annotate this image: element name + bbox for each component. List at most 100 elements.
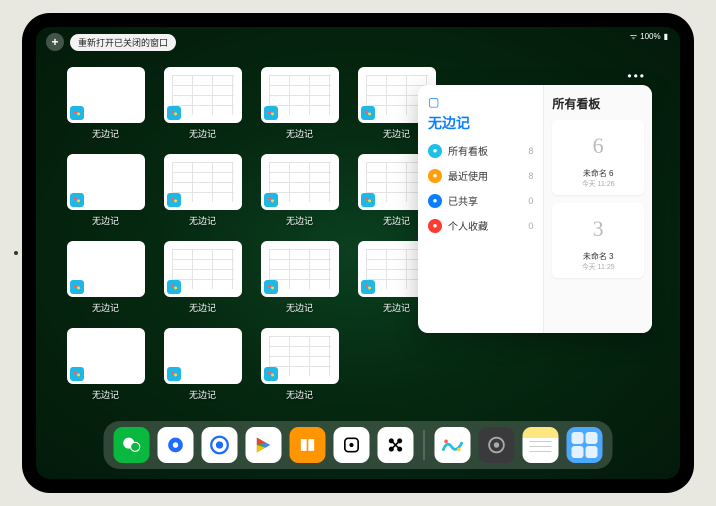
freeform-app-icon [361,280,375,294]
freeform-app-icon [70,367,84,381]
thumbnail-preview [67,67,145,123]
thumbnail-label: 无边记 [383,214,410,227]
sidebar-item-count: 8 [528,146,533,156]
screen: ᯤ 100% ▮ + 重新打开已关闭的窗口 无边记无边记无边记无边记无边记无边记… [36,27,680,479]
thumbnail-preview [67,328,145,384]
board-time: 今天 11:25 [582,262,615,272]
board-name: 未命名 3 [583,251,614,262]
board-card[interactable]: 3 未命名 3今天 11:25 [552,203,644,278]
sidebar-item[interactable]: ●最近使用8 [428,168,533,183]
dock-app-dice[interactable] [334,427,370,463]
window-thumbnail[interactable]: 无边记 [66,241,145,314]
board-thumbnail: 6 [570,126,626,166]
window-thumbnail[interactable]: 无边记 [260,154,339,227]
freeform-app-icon [167,193,181,207]
more-icon[interactable]: ••• [627,69,646,83]
thumbnail-label: 无边记 [286,127,313,140]
sidebar-item-count: 0 [528,196,533,206]
window-thumbnail[interactable]: 无边记 [66,154,145,227]
window-thumbnail[interactable]: 无边记 [163,241,242,314]
popover-sidebar: ▢ 无边记 ●所有看板8●最近使用8●已共享0●个人收藏0 [418,85,544,333]
window-thumbnail[interactable]: 无边记 [163,154,242,227]
thumbnail-preview [67,154,145,210]
freeform-app-icon [70,193,84,207]
freeform-app-icon [167,106,181,120]
dock-app-wechat[interactable] [114,427,150,463]
thumbnail-preview [261,154,339,210]
home-indicator [14,251,18,255]
thumbnail-label: 无边记 [92,127,119,140]
popover-content: 所有看板 6 未命名 6今天 11:26 3 未命名 3今天 11:25 [544,85,652,333]
dock-app-folder[interactable] [567,427,603,463]
window-thumbnail[interactable]: 无边记 [163,328,242,401]
thumbnail-label: 无边记 [383,127,410,140]
dock-app-books[interactable] [290,427,326,463]
thumbnail-label: 无边记 [189,127,216,140]
sidebar-item-icon: ● [428,144,442,158]
thumbnail-label: 无边记 [286,301,313,314]
thumbnail-preview [164,67,242,123]
status-bar: ᯤ 100% ▮ [630,31,668,42]
sidebar-item[interactable]: ●个人收藏0 [428,218,533,233]
thumbnail-preview [164,328,242,384]
sidebar-item-label: 已共享 [448,193,478,208]
freeform-app-icon [167,280,181,294]
popover-title: 无边记 [428,113,533,133]
dock-app-play[interactable] [246,427,282,463]
thumbnail-label: 无边记 [383,301,410,314]
sidebar-item-label: 所有看板 [448,143,488,158]
sidebar-list: ●所有看板8●最近使用8●已共享0●个人收藏0 [428,143,533,233]
sidebar-item-icon: ● [428,194,442,208]
sidebar-item-label: 个人收藏 [448,218,488,233]
thumbnail-label: 无边记 [189,214,216,227]
thumbnail-label: 无边记 [189,388,216,401]
new-window-button[interactable]: + [46,33,64,51]
content-title: 所有看板 [552,95,644,112]
sidebar-item[interactable]: ● 已共享 0 [428,193,533,208]
board-card[interactable]: 6 未命名 6今天 11:26 [552,120,644,195]
thumbnail-label: 无边记 [286,214,313,227]
window-thumbnail[interactable]: 无边记 [163,67,242,140]
dock-separator [424,430,425,460]
board-time: 今天 11:26 [582,179,615,189]
sidebar-item-icon: ● [428,169,442,183]
top-controls: + 重新打开已关闭的窗口 [46,33,176,51]
thumbnail-preview [164,241,242,297]
thumbnail-label: 无边记 [286,388,313,401]
window-thumbnail[interactable]: 无边记 [260,67,339,140]
thumbnail-label: 无边记 [92,214,119,227]
dock-app-browser[interactable] [202,427,238,463]
thumbnail-label: 无边记 [92,301,119,314]
thumbnail-preview [67,241,145,297]
freeform-app-icon [361,106,375,120]
window-thumbnail[interactable]: 无边记 [260,241,339,314]
freeform-app-icon [264,193,278,207]
board-thumbnail: 3 [570,209,626,249]
wifi-icon: ᯤ [630,31,637,42]
thumbnail-label: 无边记 [189,301,216,314]
thumbnail-preview [164,154,242,210]
dock-app-settings[interactable] [479,427,515,463]
window-thumbnail[interactable]: 无边记 [66,67,145,140]
sidebar-toggle-icon[interactable]: ▢ [428,95,533,109]
dock-app-qqhd[interactable] [158,427,194,463]
ipad-frame: ᯤ 100% ▮ + 重新打开已关闭的窗口 无边记无边记无边记无边记无边记无边记… [22,13,694,493]
thumbnail-preview [261,67,339,123]
dock-app-connect[interactable] [378,427,414,463]
dock-app-notes[interactable] [523,427,559,463]
freeform-app-icon [264,280,278,294]
window-thumbnail[interactable]: 无边记 [66,328,145,401]
sidebar-item-count: 0 [528,221,533,231]
window-thumbnail[interactable]: 无边记 [260,328,339,401]
battery-icon: ▮ [664,32,668,41]
thumbnail-preview [261,328,339,384]
sidebar-item[interactable]: ● 所有看板 8 [428,143,533,158]
board-name: 未命名 6 [583,168,614,179]
freeform-app-icon [70,106,84,120]
thumbnail-preview [261,241,339,297]
sidebar-item-count: 8 [528,171,533,181]
freeform-app-icon [264,106,278,120]
freeform-app-icon [361,193,375,207]
reopen-closed-window-button[interactable]: 重新打开已关闭的窗口 [70,34,176,51]
dock-app-freeform[interactable] [435,427,471,463]
